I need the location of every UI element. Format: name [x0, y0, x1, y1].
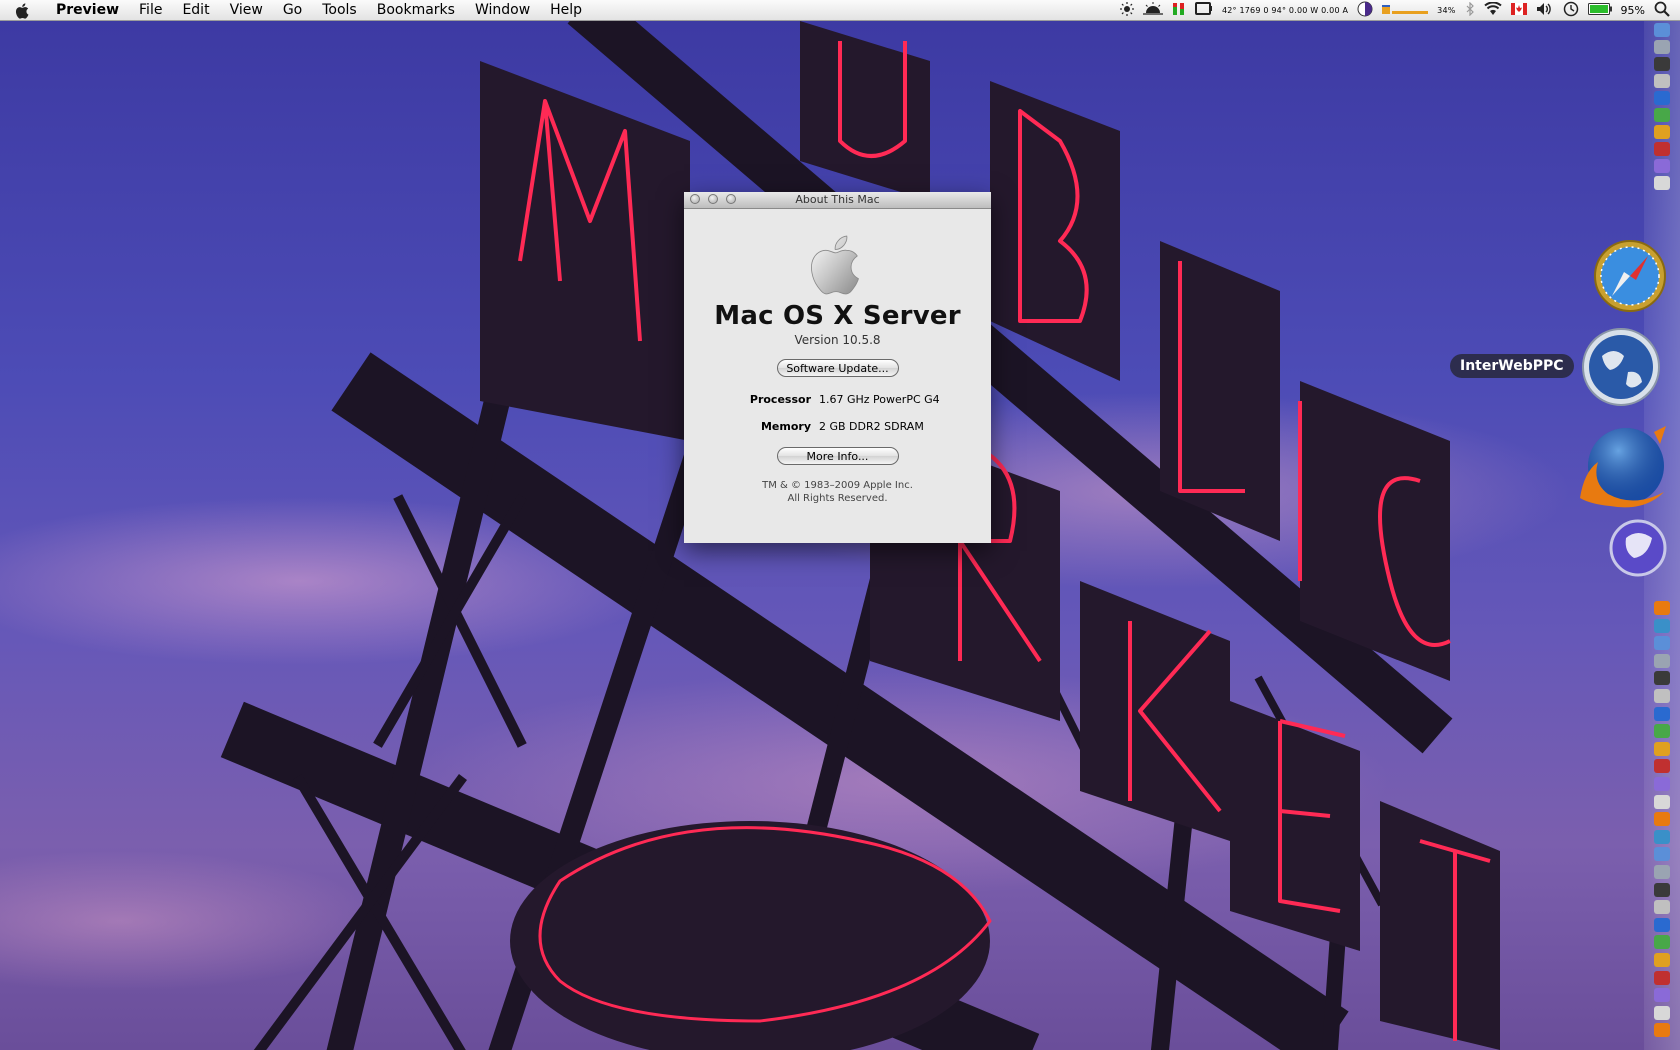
- memory-label: Memory: [760, 420, 811, 433]
- copyright-line1: TM & © 1983–2009 Apple Inc.: [762, 480, 913, 491]
- dock-app-icon[interactable]: [1654, 759, 1670, 774]
- memory-row: Memory 2 GB DDR2 SDRAM: [684, 420, 991, 433]
- software-update-button[interactable]: Software Update...: [776, 359, 899, 377]
- copyright-line2: All Rights Reserved.: [787, 493, 888, 504]
- processor-label: Processor: [749, 393, 811, 406]
- dock-app-icon[interactable]: [1654, 777, 1670, 791]
- system-stats[interactable]: 42° 1769 0 94° 0.00 W 0.00 A: [1222, 6, 1348, 15]
- dock-app-icon[interactable]: [1654, 865, 1670, 879]
- dock-app-icon[interactable]: [1654, 988, 1670, 1003]
- canada-flag-icon[interactable]: [1510, 3, 1527, 18]
- dock-app-icon[interactable]: [1654, 671, 1670, 686]
- volume-icon[interactable]: [1536, 2, 1554, 19]
- copyright-text: TM & © 1983–2009 Apple Inc. All Rights R…: [684, 479, 991, 505]
- window-title: About This Mac: [795, 193, 880, 206]
- half-moon-icon[interactable]: [1357, 1, 1373, 20]
- wifi-icon[interactable]: [1483, 1, 1502, 19]
- about-content: Mac OS X Server Version 10.5.8 Software …: [684, 231, 991, 505]
- dock-app-icon[interactable]: [1654, 935, 1670, 950]
- dock-app-icon[interactable]: [1654, 23, 1670, 37]
- os-version[interactable]: Version 10.5.8: [684, 333, 991, 347]
- close-button[interactable]: [690, 194, 700, 204]
- interwebppc-globe-icon[interactable]: [1580, 326, 1662, 408]
- display-icon[interactable]: [1194, 2, 1213, 19]
- processor-row: Processor 1.67 GHz PowerPC G4: [684, 393, 991, 406]
- menu-go[interactable]: Go: [273, 0, 312, 21]
- dock-app-icon[interactable]: [1654, 1005, 1670, 1020]
- apple-icon[interactable]: [14, 2, 32, 20]
- sun-eclipse-icon[interactable]: [1142, 2, 1163, 19]
- dock-app-icon[interactable]: [1654, 653, 1670, 668]
- meter-icon[interactable]: [1172, 2, 1186, 19]
- os-name: Mac OS X Server: [714, 301, 961, 331]
- minimize-button[interactable]: [708, 194, 718, 204]
- dock-app-icon[interactable]: [1654, 108, 1670, 122]
- firefox-icon[interactable]: [1574, 422, 1670, 508]
- dock-app-icon[interactable]: [1654, 847, 1670, 862]
- dock-app-icon[interactable]: [1654, 142, 1670, 156]
- dock-tooltip: InterWebPPC: [1450, 354, 1574, 378]
- dock-app-icon[interactable]: [1654, 724, 1670, 739]
- spotlight-icon[interactable]: [1654, 1, 1670, 20]
- dock-app-icon[interactable]: [1654, 812, 1670, 827]
- battery-icon[interactable]: [1587, 3, 1612, 18]
- memory-value: 2 GB DDR2 SDRAM: [819, 420, 924, 433]
- safari-icon[interactable]: [1592, 238, 1668, 314]
- dock-app-icon[interactable]: [1654, 601, 1670, 615]
- camino-icon[interactable]: [1608, 516, 1668, 578]
- menu-help[interactable]: Help: [540, 0, 592, 21]
- menu-view[interactable]: View: [220, 0, 273, 21]
- about-this-mac-window: About This Mac Mac OS X Server Version 1…: [684, 192, 991, 543]
- menu-tools[interactable]: Tools: [312, 0, 367, 21]
- dock-app-icon[interactable]: [1654, 794, 1670, 809]
- apple-logo-icon: [810, 235, 859, 295]
- brightness-icon[interactable]: [1119, 2, 1134, 19]
- dock-app-icon[interactable]: [1654, 40, 1670, 54]
- dock-app-icon[interactable]: [1654, 176, 1670, 190]
- clock-icon[interactable]: [1563, 1, 1579, 20]
- menu-file[interactable]: File: [129, 0, 172, 21]
- zoom-button[interactable]: [726, 194, 736, 204]
- dock-app-icon[interactable]: [1654, 953, 1670, 967]
- dock-app-icon[interactable]: [1654, 706, 1670, 721]
- dock-app-icon[interactable]: [1654, 689, 1670, 703]
- dock-app-icon[interactable]: [1654, 829, 1670, 844]
- menu-bookmarks[interactable]: Bookmarks: [367, 0, 465, 21]
- menu-bar: Preview File Edit View Go Tools Bookmark…: [0, 0, 1680, 21]
- processor-value: 1.67 GHz PowerPC G4: [819, 393, 940, 406]
- dock-app-icon[interactable]: [1654, 57, 1670, 71]
- dock-app-icon[interactable]: [1654, 970, 1670, 985]
- dock-app-icon[interactable]: [1654, 900, 1670, 915]
- dock-app-icon[interactable]: [1654, 91, 1670, 105]
- dock-app-icon[interactable]: [1654, 636, 1670, 651]
- app-menu-preview[interactable]: Preview: [46, 0, 129, 21]
- disk-bar-icon[interactable]: [1382, 3, 1429, 18]
- dock-app-icon[interactable]: [1654, 1023, 1670, 1038]
- disk-percent[interactable]: 34%: [1437, 6, 1455, 15]
- dock-app-icon[interactable]: [1654, 74, 1670, 88]
- dock-app-icon[interactable]: [1654, 917, 1670, 932]
- menu-edit[interactable]: Edit: [172, 0, 219, 21]
- dock-app-icon[interactable]: [1654, 125, 1670, 139]
- more-info-button[interactable]: More Info...: [776, 447, 899, 465]
- window-titlebar[interactable]: About This Mac: [684, 192, 991, 209]
- bluetooth-icon[interactable]: [1465, 1, 1475, 19]
- dock-app-icon[interactable]: [1654, 618, 1670, 633]
- dock-app-icon[interactable]: [1654, 882, 1670, 897]
- dock-app-icon[interactable]: [1654, 741, 1670, 756]
- dock-app-icon[interactable]: [1654, 159, 1670, 173]
- menu-window[interactable]: Window: [465, 0, 540, 21]
- battery-percent[interactable]: 95%: [1621, 4, 1645, 17]
